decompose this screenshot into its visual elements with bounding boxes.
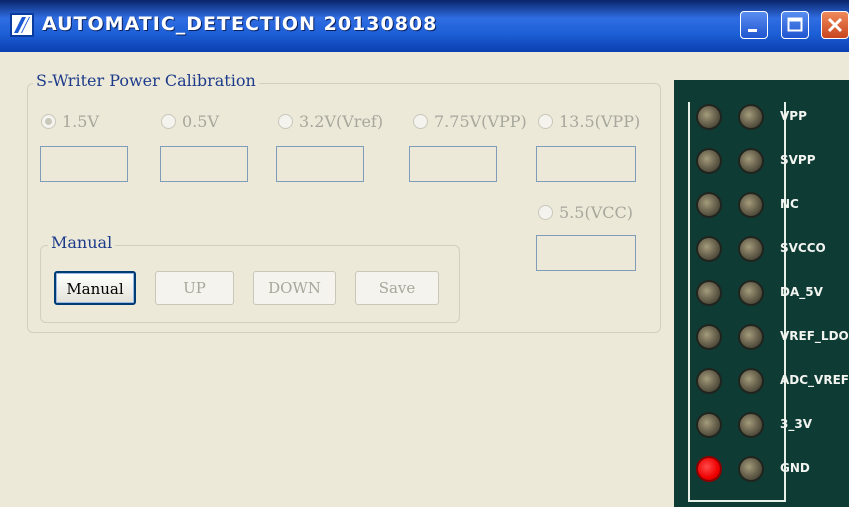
manual-button[interactable]: Manual	[54, 271, 136, 305]
radio-label: 1.5V	[62, 112, 99, 131]
save-button[interactable]: Save	[355, 271, 439, 305]
radio-label: 0.5V	[182, 112, 219, 131]
pcb-connector-image: VPP SVPP NC SVCCO DA_5V VREF_LDO ADC_VRE…	[674, 80, 849, 507]
radio-label: 5.5(VCC)	[559, 203, 633, 222]
pin-label-nc: NC	[780, 197, 799, 211]
pin-adcvref-right	[738, 368, 764, 394]
radio-label: 3.2V(Vref)	[299, 112, 384, 131]
pin-da5v-left	[696, 280, 722, 306]
radio-icon	[278, 114, 293, 129]
value-field-3-2v[interactable]	[276, 146, 364, 182]
minimize-button[interactable]	[740, 11, 768, 39]
pin-label-da5v: DA_5V	[780, 285, 823, 299]
pin-nc-right	[738, 192, 764, 218]
pin-vpp-right	[738, 104, 764, 130]
radio-13-5-vpp[interactable]: 13.5(VPP)	[538, 112, 640, 131]
radio-1-5v[interactable]: 1.5V	[41, 112, 99, 131]
radio-7-75v-vpp[interactable]: 7.75V(VPP)	[413, 112, 527, 131]
pin-33v-left	[696, 412, 722, 438]
maximize-button[interactable]	[781, 11, 809, 39]
value-field-0-5v[interactable]	[160, 146, 248, 182]
pin-svcco-left	[696, 236, 722, 262]
radio-label: 7.75V(VPP)	[434, 112, 527, 131]
radio-5-5-vcc[interactable]: 5.5(VCC)	[538, 203, 633, 222]
app-icon	[10, 13, 34, 37]
radio-3-2v-vref[interactable]: 3.2V(Vref)	[278, 112, 383, 131]
calibration-group-title: S-Writer Power Calibration	[33, 72, 259, 90]
close-button[interactable]	[821, 11, 849, 39]
pin-vrefldo-left	[696, 324, 722, 350]
pin-label-3-3v: 3_3V	[780, 417, 812, 431]
pin-svcco-right	[738, 236, 764, 262]
pin-adcvref-left	[696, 368, 722, 394]
value-field-1-5v[interactable]	[40, 146, 128, 182]
pin-da5v-right	[738, 280, 764, 306]
pin-vpp-left	[696, 104, 722, 130]
radio-icon	[538, 114, 553, 129]
radio-icon	[161, 114, 176, 129]
up-button[interactable]: UP	[155, 271, 234, 305]
pin-nc-left	[696, 192, 722, 218]
pin-svpp-right	[738, 148, 764, 174]
window-title: AUTOMATIC_DETECTION 20130808	[42, 13, 438, 35]
pin-vrefldo-right	[738, 324, 764, 350]
radio-icon	[413, 114, 428, 129]
value-field-13-5v[interactable]	[536, 146, 636, 182]
title-bar[interactable]: AUTOMATIC_DETECTION 20130808	[0, 0, 849, 52]
pin-label-svcco: SVCCO	[780, 241, 826, 255]
pin-gnd-right	[738, 456, 764, 482]
gnd-indicator-dot	[696, 456, 722, 482]
manual-group-title: Manual	[48, 234, 116, 252]
value-field-5-5v[interactable]	[536, 235, 636, 271]
pin-label-vpp: VPP	[780, 109, 807, 123]
pin-label-svpp: SVPP	[780, 153, 816, 167]
pin-33v-right	[738, 412, 764, 438]
radio-checked-icon	[41, 114, 56, 129]
pin-svpp-left	[696, 148, 722, 174]
pin-label-vref-ldo: VREF_LDO	[780, 329, 849, 343]
value-field-7-75v[interactable]	[409, 146, 497, 182]
pin-label-gnd: GND	[780, 461, 810, 475]
down-button[interactable]: DOWN	[253, 271, 336, 305]
radio-icon	[538, 205, 553, 220]
client-area: S-Writer Power Calibration 1.5V 0.5V 3.2…	[8, 52, 849, 507]
radio-0-5v[interactable]: 0.5V	[161, 112, 219, 131]
radio-label: 13.5(VPP)	[559, 112, 641, 131]
pin-label-adc-vref: ADC_VREF	[780, 373, 849, 387]
